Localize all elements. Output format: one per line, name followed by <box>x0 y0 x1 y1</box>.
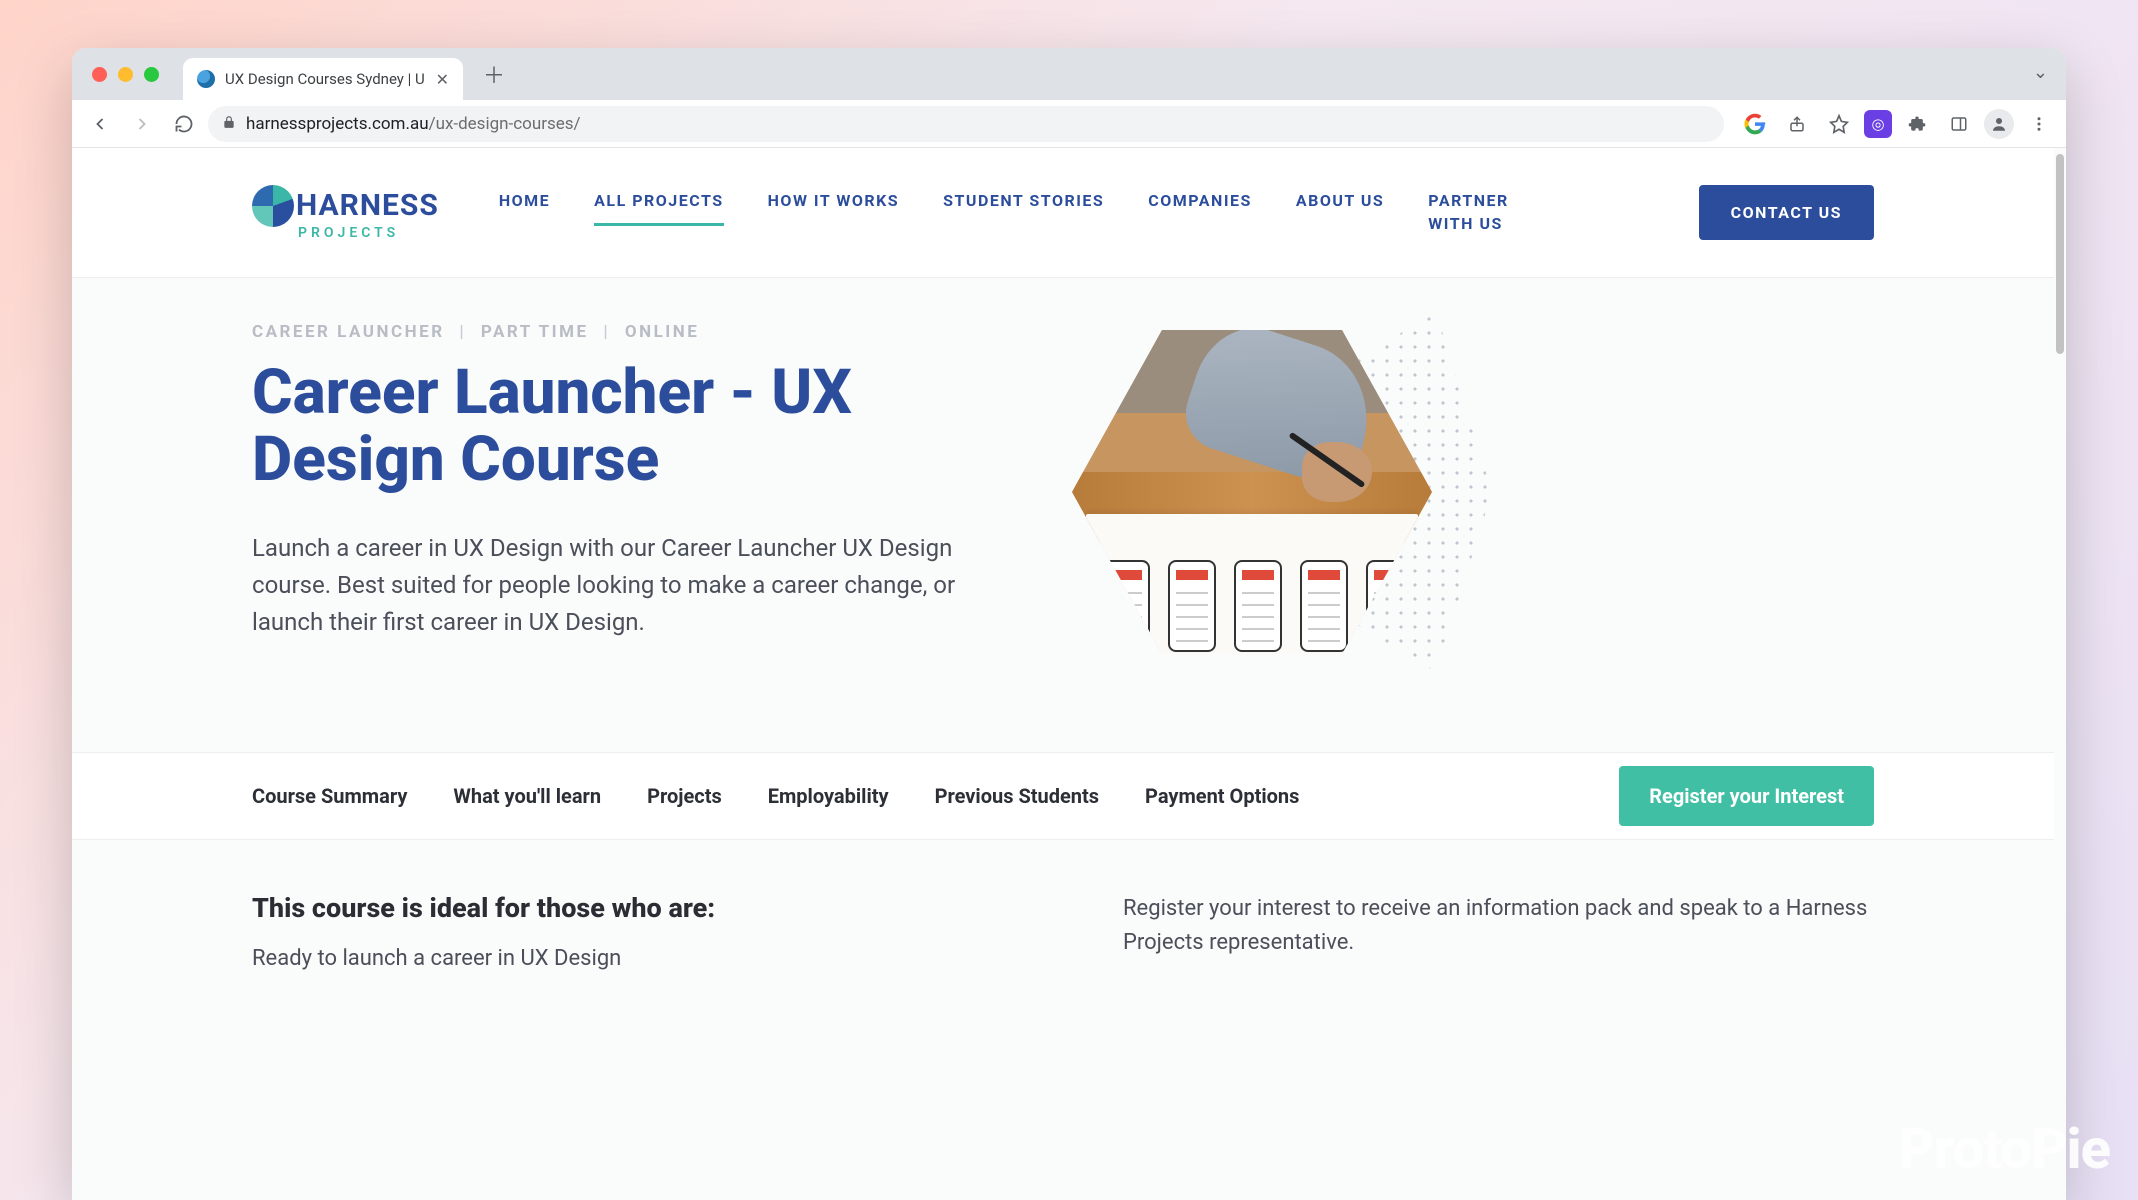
extensions-puzzle-icon[interactable] <box>1900 107 1934 141</box>
extension-icon[interactable]: ◎ <box>1864 110 1892 138</box>
reload-button[interactable] <box>166 106 202 142</box>
page-scroll[interactable]: HARNESS PROJECTS HOME ALL PROJECTS HOW I… <box>72 148 2054 1200</box>
browser-tab[interactable]: UX Design Courses Sydney | U ✕ <box>183 58 463 100</box>
ideal-heading: This course is ideal for those who are: <box>252 892 1003 924</box>
subnav-course-summary[interactable]: Course Summary <box>252 784 407 808</box>
register-interest-button[interactable]: Register your Interest <box>1619 766 1874 826</box>
nav-companies[interactable]: COMPANIES <box>1148 190 1252 212</box>
google-icon[interactable] <box>1738 107 1772 141</box>
address-bar[interactable]: harnessprojects.com.au/ux-design-courses… <box>208 106 1724 142</box>
lock-icon <box>222 115 236 133</box>
logo-text: HARNESS <box>296 188 439 223</box>
browser-window: UX Design Courses Sydney | U ✕ ＋ ⌄ harne… <box>72 48 2066 1200</box>
register-blurb: Register your interest to receive an inf… <box>1123 892 1874 960</box>
nav-about-us[interactable]: ABOUT US <box>1296 190 1384 212</box>
url-text: harnessprojects.com.au/ux-design-courses… <box>246 114 581 134</box>
nav-student-stories[interactable]: STUDENT STORIES <box>943 190 1104 212</box>
subnav-projects[interactable]: Projects <box>647 784 722 808</box>
kebab-menu-icon[interactable] <box>2022 107 2056 141</box>
nav-partner-with-us[interactable]: PARTNER WITH US <box>1428 190 1538 235</box>
hero-section: CAREER LAUNCHER | PART TIME | ONLINE Car… <box>72 278 2054 752</box>
minimize-window-button[interactable] <box>118 67 133 82</box>
panel-icon[interactable] <box>1942 107 1976 141</box>
crumb-item: ONLINE <box>625 322 699 342</box>
favicon-icon <box>197 70 215 88</box>
main-nav: HOME ALL PROJECTS HOW IT WORKS STUDENT S… <box>499 190 1538 235</box>
new-tab-button[interactable]: ＋ <box>477 57 511 91</box>
crumb-separator: | <box>603 322 610 342</box>
subnav-what-youll-learn[interactable]: What you'll learn <box>453 784 601 808</box>
subnav-employability[interactable]: Employability <box>768 784 889 808</box>
window-controls <box>92 67 159 82</box>
forward-button[interactable] <box>124 106 160 142</box>
tab-title: UX Design Courses Sydney | U <box>225 70 426 88</box>
logo-subtext: PROJECTS <box>298 225 399 241</box>
close-tab-icon[interactable]: ✕ <box>436 70 449 89</box>
back-button[interactable] <box>82 106 118 142</box>
toolbar-actions: ◎ <box>1738 107 2056 141</box>
browser-toolbar: harnessprojects.com.au/ux-design-courses… <box>72 100 2066 148</box>
hero-image <box>1072 312 1452 692</box>
ideal-line: Ready to launch a career in UX Design <box>252 946 1003 971</box>
nav-all-projects[interactable]: ALL PROJECTS <box>594 190 723 225</box>
crumb-item: CAREER LAUNCHER <box>252 322 445 342</box>
tabs-dropdown-icon[interactable]: ⌄ <box>2033 62 2048 83</box>
contact-us-button[interactable]: CONTACT US <box>1699 185 1874 240</box>
crumb-separator: | <box>459 322 466 342</box>
page-viewport: HARNESS PROJECTS HOME ALL PROJECTS HOW I… <box>72 148 2066 1200</box>
nav-how-it-works[interactable]: HOW IT WORKS <box>768 190 900 212</box>
hero-meta: CAREER LAUNCHER | PART TIME | ONLINE <box>252 322 1012 342</box>
maximize-window-button[interactable] <box>144 67 159 82</box>
profile-avatar-icon[interactable] <box>1984 109 2014 139</box>
bookmark-star-icon[interactable] <box>1822 107 1856 141</box>
page-title: Career Launcher - UX Design Course <box>252 360 1012 494</box>
ideal-for-block: This course is ideal for those who are: … <box>252 892 1003 971</box>
nav-home[interactable]: HOME <box>499 190 550 212</box>
logo-mark-icon <box>252 185 294 227</box>
hero-description: Launch a career in UX Design with our Ca… <box>252 530 992 642</box>
site-header: HARNESS PROJECTS HOME ALL PROJECTS HOW I… <box>72 148 2054 278</box>
hero-content: CAREER LAUNCHER | PART TIME | ONLINE Car… <box>252 322 1012 692</box>
close-window-button[interactable] <box>92 67 107 82</box>
site-logo[interactable]: HARNESS PROJECTS <box>252 185 439 241</box>
watermark: ProtoPie <box>1899 1116 2110 1182</box>
register-blurb-block: Register your interest to receive an inf… <box>1123 892 1874 971</box>
tab-strip: UX Design Courses Sydney | U ✕ ＋ ⌄ <box>72 48 2066 100</box>
crumb-item: PART TIME <box>481 322 589 342</box>
scrollbar[interactable] <box>2056 154 2064 354</box>
share-icon[interactable] <box>1780 107 1814 141</box>
details-section: This course is ideal for those who are: … <box>72 840 2054 971</box>
subnav-previous-students[interactable]: Previous Students <box>935 784 1099 808</box>
subnav-payment-options[interactable]: Payment Options <box>1145 784 1299 808</box>
section-subnav: Course Summary What you'll learn Project… <box>72 752 2054 840</box>
